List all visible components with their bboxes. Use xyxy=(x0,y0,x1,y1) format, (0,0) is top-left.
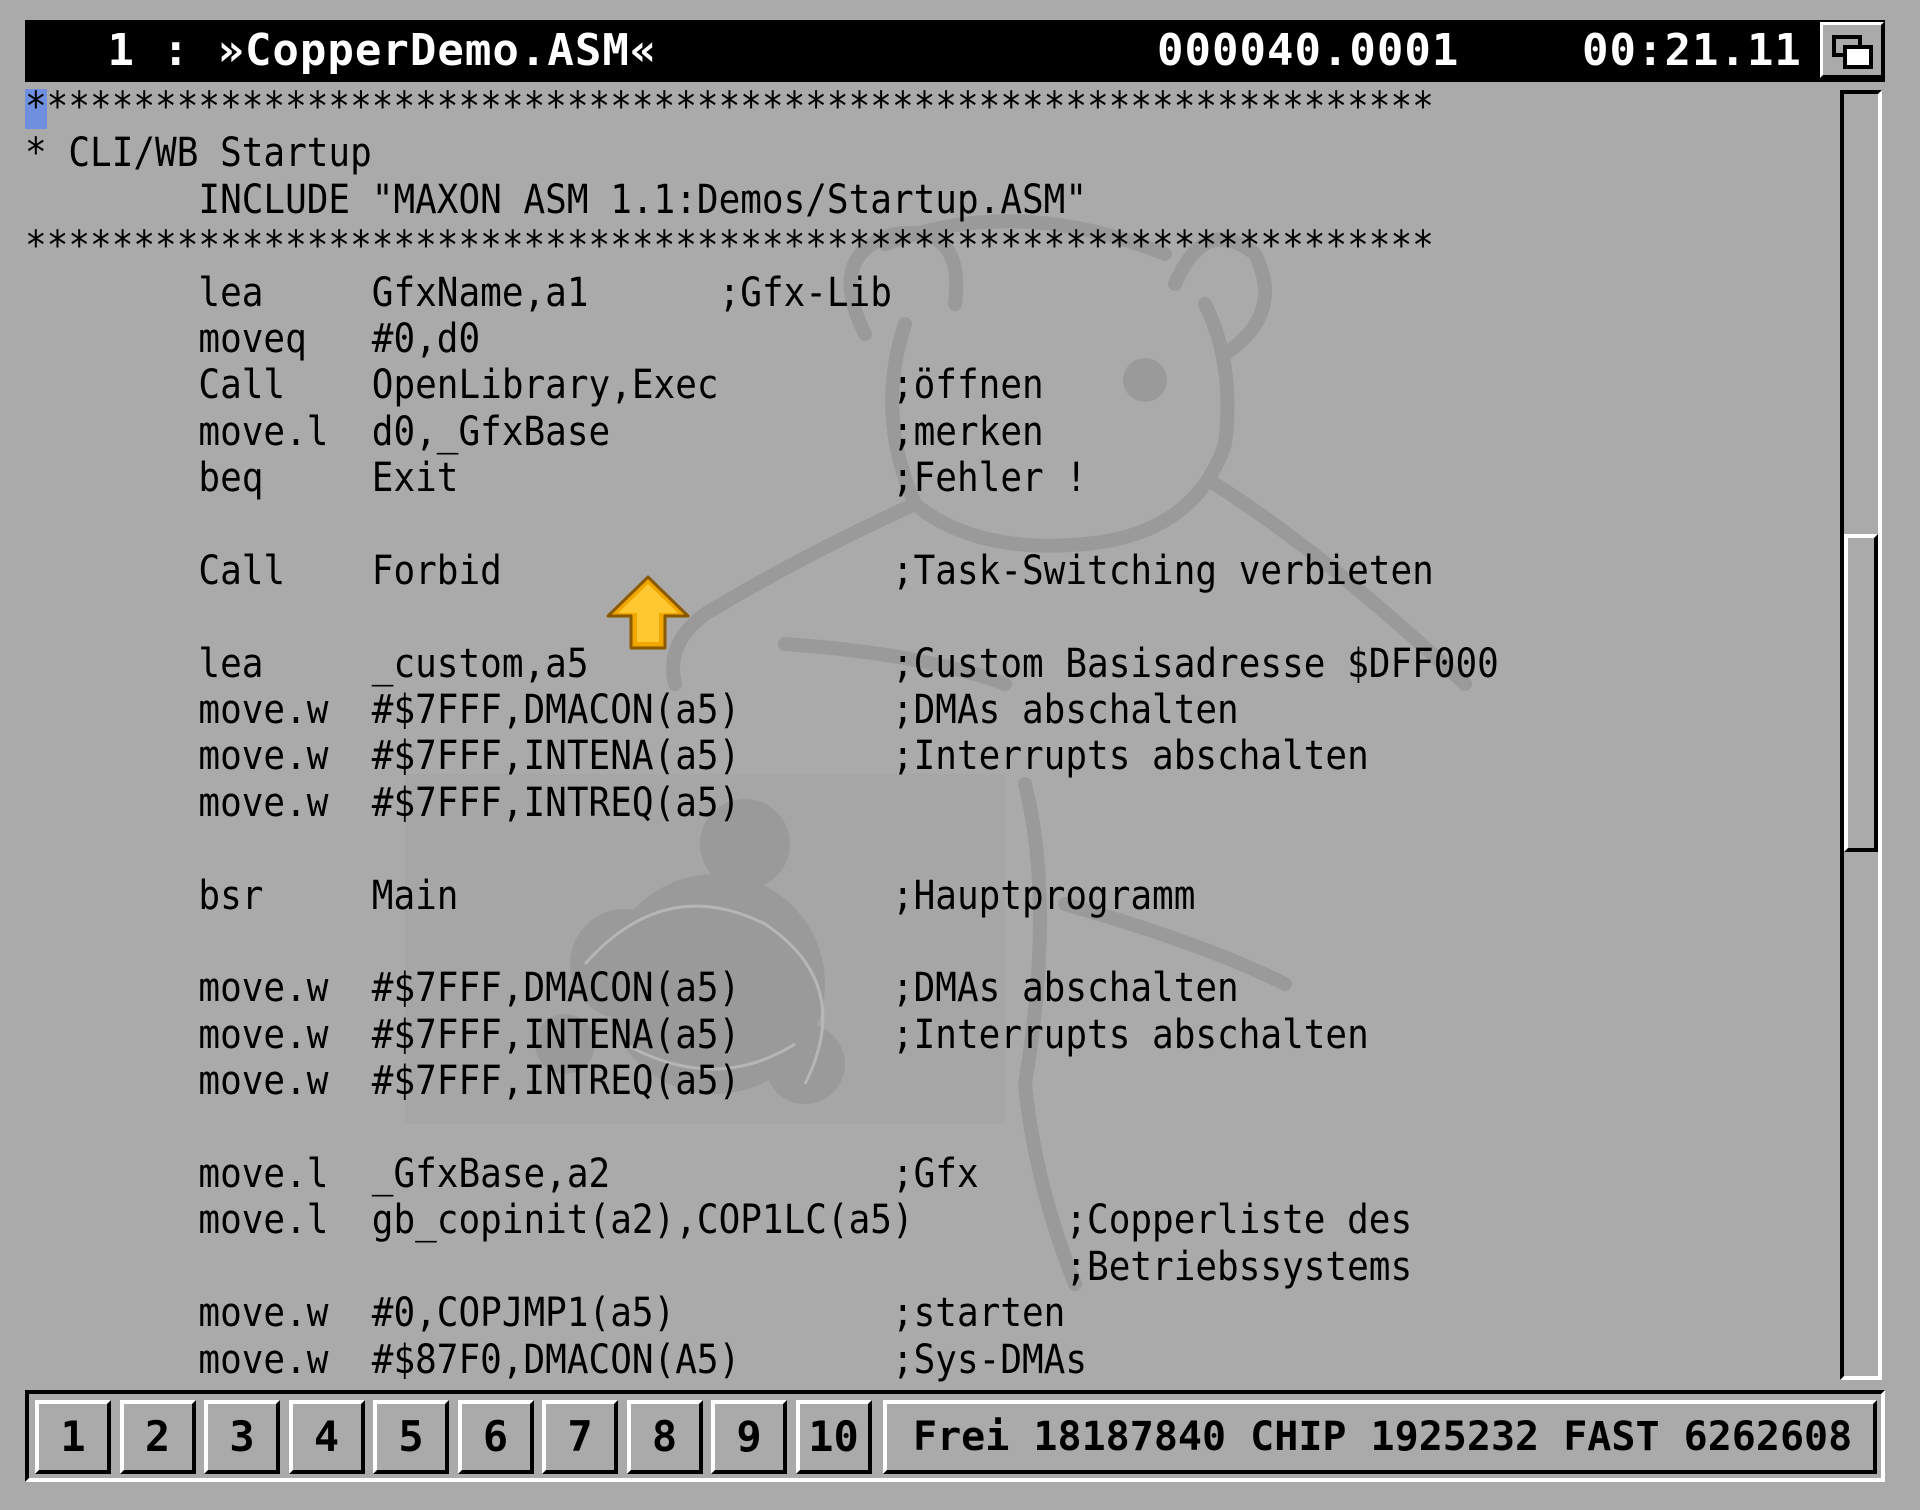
code-line[interactable]: move.w #$7FFF,INTENA(a5) ;Interrupts abs… xyxy=(25,733,1499,779)
code-line[interactable]: Call Forbid ;Task-Switching verbieten xyxy=(25,548,1499,594)
code-line[interactable]: move.l _GfxBase,a2 ;Gfx xyxy=(25,1151,1499,1197)
front-window-shape xyxy=(1843,45,1873,69)
slot-button-9[interactable]: 9 xyxy=(711,1400,787,1474)
code-line[interactable]: move.l gb_copinit(a2),COP1LC(a5) ;Copper… xyxy=(25,1197,1499,1243)
code-line[interactable] xyxy=(25,826,1499,872)
code-line[interactable]: move.l d0,_GfxBase ;merken xyxy=(25,409,1499,455)
code-line[interactable]: Call OpenLibrary,Exec ;öffnen xyxy=(25,362,1499,408)
clock-time: 00:21.11 xyxy=(1582,25,1802,76)
code-line[interactable]: beq Exit ;Fehler ! xyxy=(25,455,1499,501)
code-line[interactable]: move.w #$87F0,DMACON(A5) ;Sys-DMAs xyxy=(25,1337,1499,1383)
amiga-screen: 1 : »CopperDemo.ASM« 000040.0001 00:21.1… xyxy=(0,0,1920,1510)
slot-button-2[interactable]: 2 xyxy=(119,1400,196,1474)
code-line[interactable] xyxy=(25,919,1499,965)
code-line[interactable] xyxy=(25,594,1499,640)
code-line[interactable] xyxy=(25,502,1499,548)
code-line[interactable]: INCLUDE "MAXON ASM 1.1:Demos/Startup.ASM… xyxy=(25,177,1499,223)
memory-status: Frei 18187840 CHIP 1925232 FAST 6262608 xyxy=(883,1400,1877,1474)
code-line[interactable]: ****************************************… xyxy=(25,223,1499,269)
code-line[interactable]: move.w #$7FFF,DMACON(a5) ;DMAs abschalte… xyxy=(25,687,1499,733)
code-line[interactable]: lea _custom,a5 ;Custom Basisadresse $DFF… xyxy=(25,641,1498,687)
slot-button-8[interactable]: 8 xyxy=(626,1400,703,1474)
slot-button-6[interactable]: 6 xyxy=(457,1400,534,1474)
code-line[interactable]: move.w #$7FFF,DMACON(a5) ;DMAs abschalte… xyxy=(25,965,1499,1011)
up-arrow-pointer-icon xyxy=(606,575,690,650)
slot-button-10[interactable]: 10 xyxy=(795,1400,872,1474)
slot-button-1[interactable]: 1 xyxy=(35,1400,111,1474)
source-code[interactable]: ****************************************… xyxy=(25,84,1499,1383)
code-line[interactable]: move.w #$7FFF,INTENA(a5) ;Interrupts abs… xyxy=(25,1012,1499,1058)
code-editor[interactable]: ****************************************… xyxy=(25,84,1835,1384)
code-line[interactable]: move.w #0,COPJMP1(a5) ;starten xyxy=(25,1290,1499,1336)
code-line[interactable]: bsr Main ;Hauptprogramm xyxy=(25,873,1499,919)
code-line[interactable]: move.w #$7FFF,INTREQ(a5) xyxy=(25,780,1499,826)
code-line[interactable]: moveq #0,d0 xyxy=(25,316,1499,362)
depth-arrange-icon[interactable] xyxy=(1820,22,1884,78)
code-line[interactable]: * CLI/WB Startup xyxy=(25,130,1499,176)
cursor-position: 000040.0001 xyxy=(1157,25,1460,76)
title-bar[interactable]: 1 : »CopperDemo.ASM« 000040.0001 00:21.1… xyxy=(25,20,1885,82)
slot-button-3[interactable]: 3 xyxy=(204,1400,280,1474)
bottom-bar: 1 2 3 4 5 6 7 8 9 10 Frei 18187840 CHIP 1925232 F… xyxy=(25,1390,1885,1482)
code-line[interactable]: move.w #$7FFF,INTREQ(a5) xyxy=(25,1058,1499,1104)
vertical-scrollbar[interactable] xyxy=(1840,90,1882,1380)
code-line[interactable]: ****************************************… xyxy=(25,84,1499,130)
code-line[interactable] xyxy=(25,1105,1499,1151)
code-line[interactable]: ;Betriebssystems xyxy=(25,1244,1499,1290)
code-line[interactable]: lea GfxName,a1 ;Gfx-Lib xyxy=(25,270,1499,316)
slot-button-7[interactable]: 7 xyxy=(542,1400,618,1474)
scroll-thumb[interactable] xyxy=(1844,534,1878,852)
file-title: 1 : »CopperDemo.ASM« xyxy=(80,25,658,76)
slot-button-5[interactable]: 5 xyxy=(373,1400,449,1474)
slot-button-4[interactable]: 4 xyxy=(288,1400,365,1474)
